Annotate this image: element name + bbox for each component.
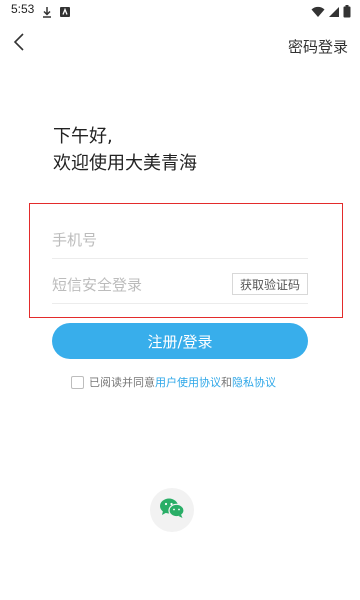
sms-code-row: 获取验证码	[52, 270, 308, 304]
download-icon	[41, 3, 53, 22]
status-time: 5:53	[11, 2, 35, 16]
get-code-button[interactable]: 获取验证码	[232, 273, 308, 295]
user-agreement-link[interactable]: 用户使用协议	[155, 374, 221, 390]
phone-input[interactable]	[52, 225, 308, 255]
signal-icon	[328, 3, 340, 22]
status-bar: 5:53	[0, 0, 360, 20]
greeting: 下午好, 欢迎使用大美青海	[53, 123, 197, 177]
register-login-button[interactable]: 注册/登录	[52, 323, 308, 359]
chevron-left-icon	[13, 33, 25, 55]
app-notification-icon	[59, 3, 71, 22]
wifi-icon	[311, 3, 325, 22]
wechat-login-button[interactable]	[150, 488, 194, 532]
battery-icon	[343, 3, 351, 22]
privacy-policy-link[interactable]: 隐私协议	[232, 374, 276, 390]
agreement-conjunction: 和	[221, 376, 232, 389]
greeting-line-1: 下午好,	[53, 126, 113, 147]
agree-checkbox[interactable]	[71, 375, 84, 389]
status-right-icons	[311, 3, 351, 22]
agreement-row: 已阅读并同意 用户使用协议 和 隐私协议	[71, 374, 276, 390]
sms-code-field	[52, 270, 222, 302]
greeting-line-2: 欢迎使用大美青海	[53, 153, 197, 174]
wechat-icon	[159, 497, 185, 523]
status-left-icons	[41, 3, 71, 22]
phone-field	[52, 225, 308, 259]
password-login-link[interactable]: 密码登录	[288, 36, 348, 57]
agreement-prefix: 已阅读并同意	[89, 376, 155, 389]
back-button[interactable]	[8, 33, 30, 55]
sms-code-input[interactable]	[52, 270, 222, 300]
